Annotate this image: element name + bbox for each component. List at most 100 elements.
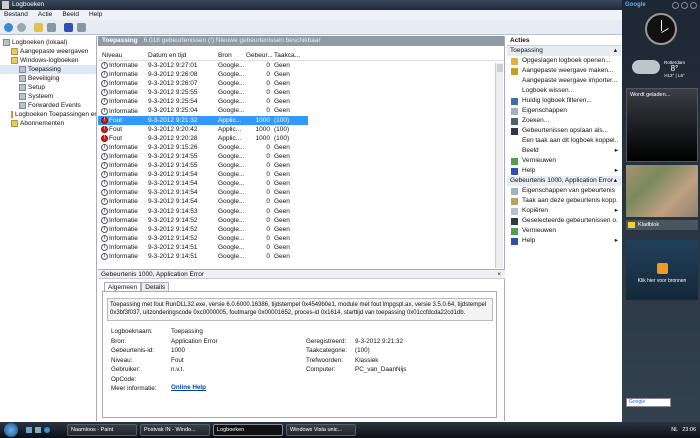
table-row[interactable]: ! Fout 9-3-2012 9:20:28 Applic... 1000 (100) (98, 134, 504, 143)
table-row[interactable]: i Informatie 9-3-2012 9:14:53 Google... 0 Gee… (98, 207, 504, 216)
table-row[interactable]: i Informatie 9-3-2012 9:26:08 Google... 0 Gee… (98, 70, 504, 79)
up-folder-icon[interactable] (34, 23, 43, 32)
field-value: n.v.t. (171, 366, 185, 373)
table-row[interactable]: i Informatie 9-3-2012 9:26:07 Google... 0 Gee… (98, 79, 504, 88)
menu-beeld[interactable]: Beeld (62, 11, 79, 18)
action-item[interactable]: Geselecteerde gebeurtenissen o... (507, 216, 621, 226)
news-gadget[interactable]: Wordt geladen... (626, 88, 698, 162)
table-row[interactable]: i Informatie 9-3-2012 9:14:51 Google... 0 Gee… (98, 252, 504, 261)
clock[interactable]: 23:06 (682, 427, 696, 433)
action-item[interactable]: Aangepaste weergave maken... (507, 66, 621, 76)
photo-gadget[interactable] (626, 165, 698, 217)
field-label: OpCode: (111, 375, 137, 383)
scroll-thumb[interactable] (497, 64, 503, 72)
taskbar-button[interactable]: Windows Vista unic... (286, 424, 356, 436)
table-row[interactable]: i Informatie 9-3-2012 9:14:51 Google... 0 Gee… (98, 243, 504, 252)
action-item[interactable]: Eigenschappen van gebeurtenis (507, 186, 621, 196)
col-bron[interactable]: Bron (218, 51, 246, 60)
table-row[interactable]: i Informatie 9-3-2012 9:14:55 Google... 0 Gee… (98, 152, 504, 161)
collapse-icon[interactable]: ▴ (614, 46, 617, 56)
action-item[interactable]: Aangepaste weergave importer... (507, 76, 621, 86)
action-item[interactable]: Help ▸ (507, 166, 621, 176)
notes-gadget[interactable]: Kladblok (626, 220, 698, 230)
action-item[interactable]: Logboek wissen... (507, 86, 621, 96)
taskbar-button[interactable]: Postvak IN - Windo... (140, 424, 210, 436)
col-datum[interactable]: Datum en tijd (148, 51, 218, 60)
tree-item[interactable]: Setup (0, 83, 96, 92)
switch-windows-icon[interactable] (35, 427, 41, 433)
action-item[interactable]: Huidig logboek filteren... (507, 96, 621, 106)
action-item[interactable]: Beeld ▸ (507, 146, 621, 156)
table-row[interactable]: i Informatie 9-3-2012 9:14:52 Google... 0 Gee… (98, 225, 504, 234)
col-niveau[interactable]: Niveau (98, 51, 148, 60)
show-hide-tree-icon[interactable] (47, 23, 56, 32)
action-item[interactable]: Vernieuwen (507, 226, 621, 236)
table-row[interactable]: ! Fout 9-3-2012 9:21:32 Applic... 1000 (100) (98, 115, 308, 125)
tree-item[interactable]: Systeem (0, 92, 96, 101)
table-row[interactable]: i Informatie 9-3-2012 9:14:52 Google... 0 Gee… (98, 234, 504, 243)
tree-item[interactable]: Abonnementen (0, 119, 96, 128)
google-search-box[interactable]: Google (626, 398, 671, 407)
start-button[interactable] (4, 423, 18, 437)
table-row[interactable]: i Informatie 9-3-2012 9:27:01 Google... 0 Gee… (98, 61, 504, 70)
level-text: Informatie (109, 243, 138, 251)
online-help-link[interactable]: Online Help (171, 384, 206, 391)
section-event[interactable]: Gebeurtenis 1000, Application Error ▴ (507, 176, 621, 186)
forward-icon[interactable] (17, 23, 26, 32)
action-item[interactable]: Taak aan deze gebeurtenis kopp... (507, 196, 621, 206)
table-row[interactable]: i Informatie 9-3-2012 9:14:54 Google... 0 Gee… (98, 179, 504, 188)
col-taakcategorie[interactable]: Taakca... (274, 51, 304, 60)
menu-help[interactable]: Help (89, 11, 102, 18)
section-toepassing[interactable]: Toepassing ▴ (507, 46, 621, 56)
menu-icon[interactable] (681, 2, 688, 9)
language-indicator[interactable]: NL (671, 427, 678, 433)
action-item[interactable]: Zoeken... (507, 116, 621, 126)
tree-item[interactable]: Aangepaste weergaven (0, 47, 96, 56)
level-cell: i Informatie (98, 88, 148, 97)
action-item[interactable]: Gebeurtenissen opslaan als... (507, 126, 621, 136)
feeds-gadget[interactable]: Klik hier voor bronnen (626, 240, 698, 300)
taskbar-button[interactable]: Naamloos - Paint (67, 424, 137, 436)
add-gadget-icon[interactable] (672, 2, 679, 9)
table-row[interactable]: i Informatie 9-3-2012 9:14:54 Google... 0 Gee… (98, 197, 504, 206)
action-item[interactable]: Vernieuwen (507, 156, 621, 166)
tree-item[interactable]: Forwarded Events (0, 101, 96, 110)
level-cell: ! Fout (98, 116, 148, 125)
action-item[interactable]: Eigenschappen (507, 106, 621, 116)
field-label: Bron: (111, 337, 127, 345)
tab-details[interactable]: Details (141, 282, 170, 291)
collapse-icon[interactable]: ▴ (614, 176, 617, 186)
help-icon[interactable] (64, 23, 73, 32)
table-row[interactable]: i Informatie 9-3-2012 9:14:52 Google... 0 Gee… (98, 216, 504, 225)
tab-algemeen[interactable]: Algemeen (104, 282, 142, 291)
back-icon[interactable] (4, 23, 13, 32)
action-item[interactable]: Een taak aan dit logboek koppel... (507, 136, 621, 146)
close-details-icon[interactable]: × (497, 270, 501, 279)
table-row[interactable]: i Informatie 9-3-2012 9:25:55 Google... 0 Gee… (98, 88, 504, 97)
taskbar-button[interactable]: Logboeken (213, 424, 283, 436)
table-row[interactable]: i Informatie 9-3-2012 9:15:26 Google... 0 Gee… (98, 143, 504, 152)
tree-item[interactable]: Logboeken (lokaal) (0, 38, 96, 47)
table-row[interactable]: i Informatie 9-3-2012 9:25:54 Google... 0 Gee… (98, 97, 504, 106)
table-row[interactable]: i Informatie 9-3-2012 9:14:54 Google... 0 Gee… (98, 170, 504, 179)
tree-item[interactable]: Beveiliging (0, 74, 96, 83)
table-row[interactable]: ! Fout 9-3-2012 9:20:42 Applic... 1000 (100) (98, 125, 504, 134)
ie-icon[interactable] (44, 427, 50, 433)
tree-item[interactable]: Toepassing (0, 65, 96, 74)
menu-bestand[interactable]: Bestand (4, 11, 28, 18)
vertical-scrollbar[interactable] (495, 63, 503, 268)
action-item[interactable]: Help ▸ (507, 236, 621, 246)
tree-item[interactable]: Windows-logboeken (0, 56, 96, 65)
table-row[interactable]: i Informatie 9-3-2012 9:14:54 Google... 0 Gee… (98, 188, 504, 197)
table-row[interactable]: i Informatie 9-3-2012 9:25:04 Google... 0 Gee… (98, 106, 504, 115)
show-desktop-icon[interactable] (26, 427, 32, 433)
minimize-icon[interactable] (690, 2, 697, 9)
show-hide-actions-icon[interactable] (77, 23, 86, 32)
col-gebeurtenis-id[interactable]: Gebeur... (246, 51, 274, 60)
event-message[interactable]: Toepassing met fout RunDLL32.exe, versie… (107, 298, 493, 321)
menu-actie[interactable]: Actie (38, 11, 52, 18)
tree-item[interactable]: Logboeken Toepassingen en (0, 110, 96, 119)
action-item[interactable]: Kopiëren ▸ (507, 206, 621, 216)
action-item[interactable]: Opgeslagen logboek openen... (507, 56, 621, 66)
table-row[interactable]: i Informatie 9-3-2012 9:14:55 Google... 0 Gee… (98, 161, 504, 170)
